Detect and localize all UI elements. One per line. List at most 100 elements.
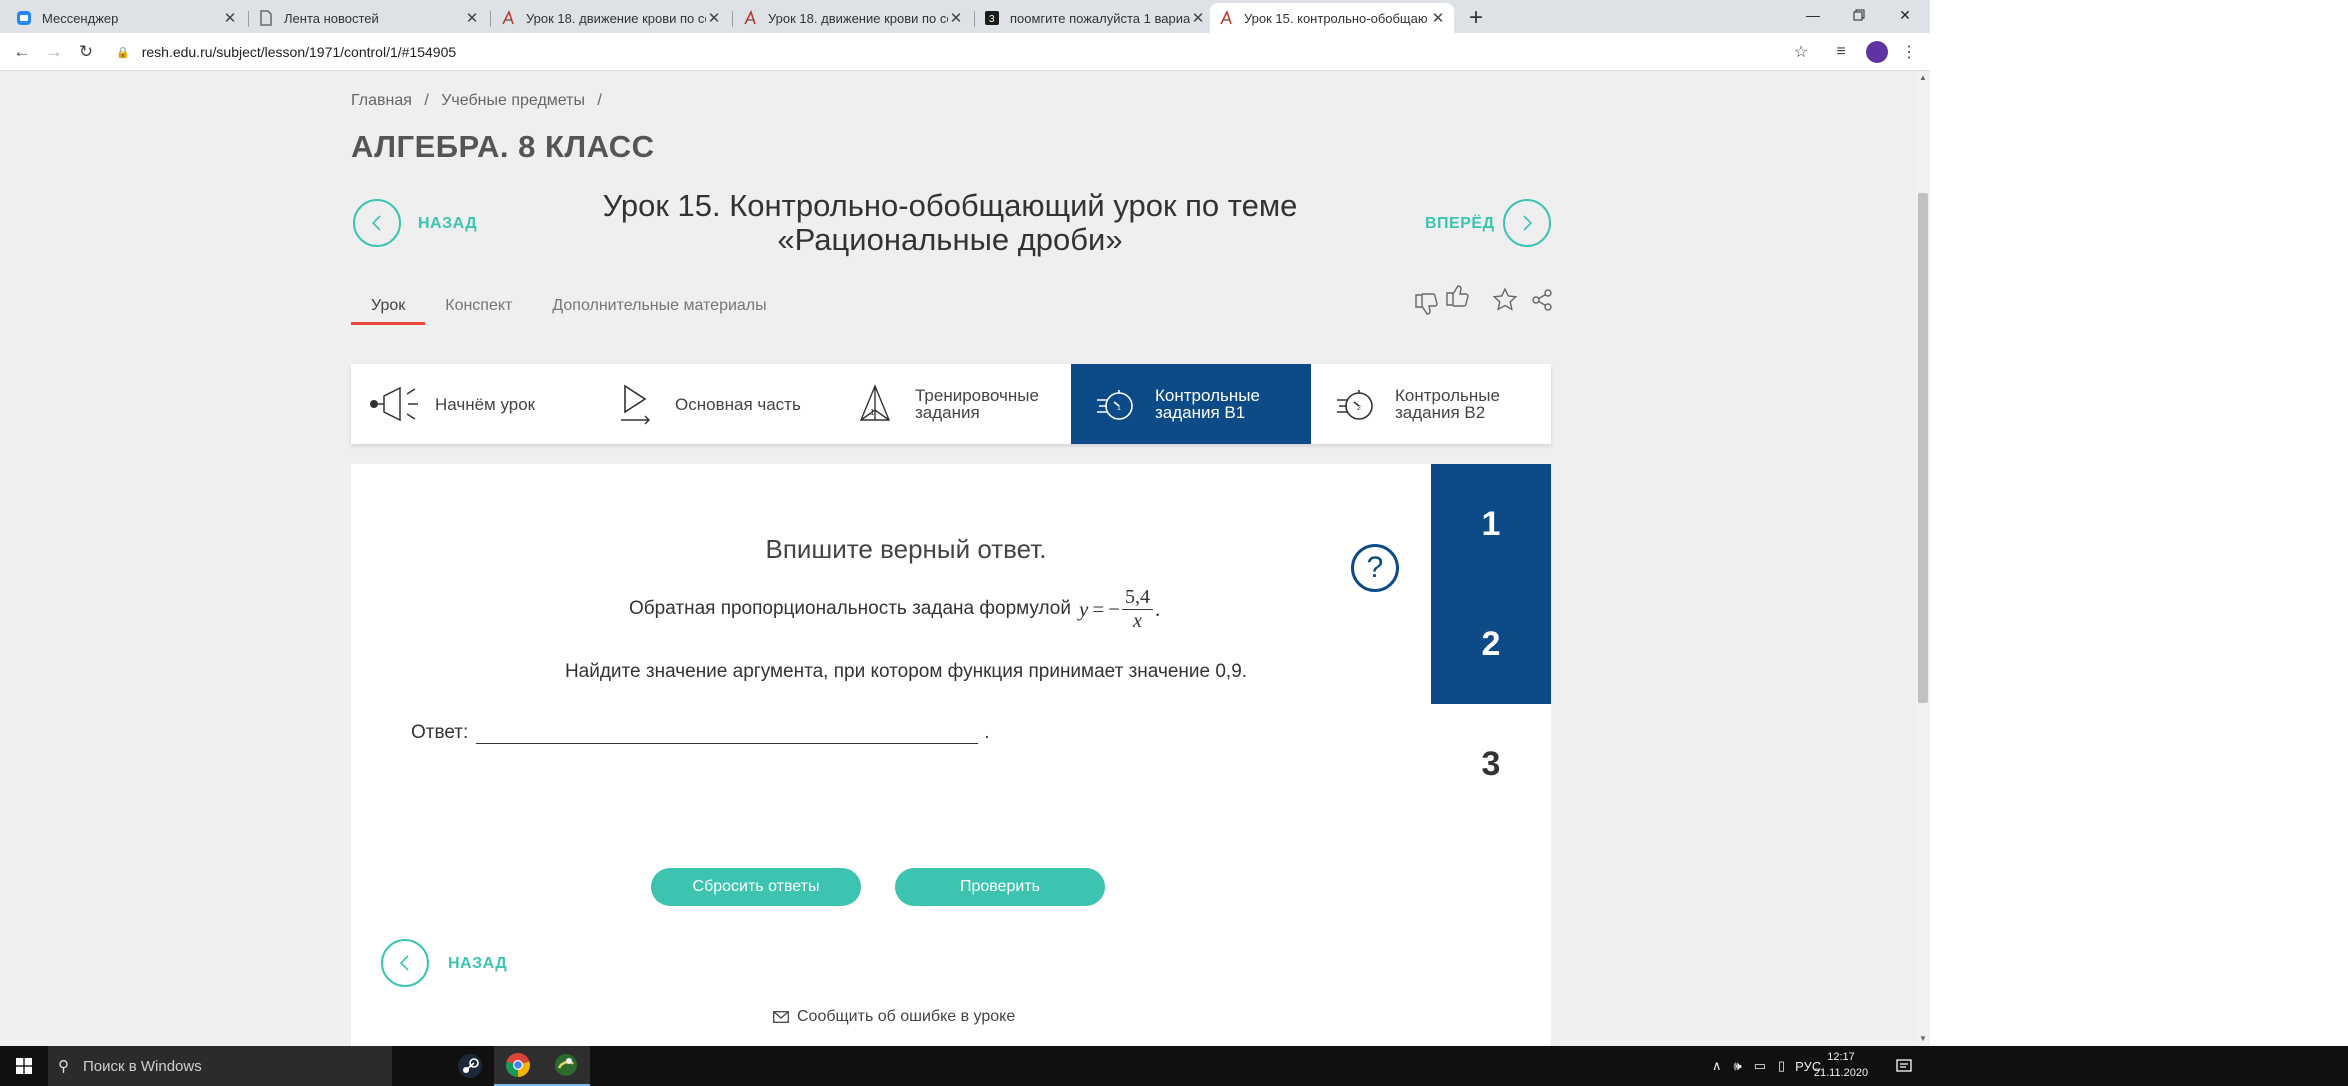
browser-tab-active[interactable]: Урок 15. контрольно-обобщаю ✕ [1210,3,1454,33]
browser-tab[interactable]: Урок 18. движение крови по со ✕ [734,3,972,33]
resh-icon [742,10,758,26]
step-control-tasks-b1[interactable]: 1 Контрольные задания В1 [1071,364,1311,444]
back-arrow-icon[interactable]: ← [8,39,36,65]
resh-icon [1218,10,1234,26]
next-lesson-button[interactable] [1503,199,1551,247]
svg-text:1: 1 [870,408,875,417]
close-tab-icon[interactable]: ✕ [222,9,238,27]
close-tab-icon[interactable]: ✕ [948,9,964,27]
tray-expand-icon[interactable]: ∧ [1712,1058,1722,1074]
thumbs-down-icon[interactable] [1412,290,1440,318]
question-numbers: 1 2 3 [1431,464,1551,1046]
close-tab-icon[interactable]: ✕ [1430,9,1446,27]
tab-summary[interactable]: Конспект [425,297,532,325]
taskbar-clock[interactable]: 12:17 21.11.2020 [1808,1049,1874,1081]
prev-lesson-label[interactable]: НАЗАД [418,215,477,233]
breadcrumb: Главная / Учебные предметы / [351,92,602,109]
close-tab-icon[interactable]: ✕ [706,9,722,27]
svg-text:2: 2 [1357,405,1361,412]
resh-icon [500,10,516,26]
minimize-icon[interactable]: — [1790,0,1836,30]
thumbs-up-icon[interactable] [1443,282,1471,310]
bottom-back-button[interactable] [381,939,429,987]
battery-icon[interactable]: ▯ [1778,1058,1785,1074]
question-number-1[interactable]: 1 [1431,464,1551,584]
breadcrumb-home[interactable]: Главная [351,92,412,109]
stopwatch-icon: 1 [1089,382,1141,426]
chevron-right-icon [1523,215,1533,231]
close-window-icon[interactable]: ✕ [1882,0,1928,30]
check-button[interactable]: Проверить [895,868,1105,906]
help-question-icon[interactable]: ? [1351,544,1399,592]
browser-tab[interactable]: 3 поомгите пожалуйста 1 вариан ✕ [976,3,1214,33]
search-icon: ⚲ [58,1058,69,1075]
network-icon[interactable]: ▭ [1754,1058,1766,1074]
task-card: Впишите верный ответ. ? Обратная пропорц… [351,464,1431,1046]
chevron-left-icon [371,215,381,231]
browser-tab[interactable]: Урок 18. движение крови по со ✕ [492,3,730,33]
doc-icon [258,10,274,26]
svg-text:1: 1 [1117,405,1121,412]
profile-avatar-icon[interactable] [1864,39,1890,65]
lesson-subtabs: Урок Конспект Дополнительные материалы [351,297,787,325]
restore-icon[interactable] [1836,0,1882,30]
windows-start-icon[interactable] [0,1046,48,1086]
answer-input[interactable] [476,720,979,744]
vk-icon [16,10,32,26]
page-viewport: Главная / Учебные предметы / АЛГЕБРА. 8 … [0,71,1916,1046]
step-start-lesson[interactable]: Начнём урок [351,364,591,444]
scroll-down-icon[interactable]: ▼ [1916,1032,1930,1046]
formula: y = − 5,4 x . [1078,585,1161,633]
steam-icon[interactable] [446,1046,494,1086]
znanija-icon: 3 [984,10,1000,26]
step-training-tasks[interactable]: 1 Тренировочные задания [831,364,1071,444]
avatar [1866,41,1888,63]
close-tab-icon[interactable]: ✕ [1190,9,1206,27]
favorite-star-icon[interactable] [1491,286,1519,314]
scroll-up-icon[interactable]: ▲ [1916,71,1930,85]
volume-icon[interactable]: 🕪 [1734,1058,1742,1074]
megaphone-icon [369,382,421,426]
task-instruction: Впишите верный ответ. [765,534,1047,564]
step-main-part[interactable]: Основная часть [591,364,831,444]
answer-row: Ответ: . [411,720,990,744]
svg-text:3: 3 [989,14,995,25]
forward-arrow-icon[interactable]: → [40,39,68,65]
bottom-back-label[interactable]: НАЗАД [448,955,507,973]
question-number-3[interactable]: 3 [1431,704,1551,824]
report-error-link[interactable]: Сообщить об ошибке в уроке [773,1008,1015,1026]
tab-lesson[interactable]: Урок [351,297,426,325]
prev-lesson-button[interactable] [353,199,401,247]
browser-tab[interactable]: Лента новостей ✕ [250,3,488,33]
new-tab-plus-icon[interactable]: + [1462,4,1490,32]
lock-icon: 🔒 [116,46,130,59]
share-icon[interactable] [1528,286,1556,314]
play-icon [609,382,661,426]
scrollbar-thumb[interactable] [1918,193,1928,703]
lesson-steps-bar: Начнём урок Основная часть 1 Тренировочн… [351,364,1551,444]
question-number-2[interactable]: 2 [1431,584,1551,704]
lesson-title: Урок 15. Контрольно-обобщающий урок по т… [602,188,1298,257]
game-app-icon[interactable] [542,1046,590,1086]
reload-icon[interactable]: ↻ [72,39,100,65]
notifications-icon[interactable] [1884,1046,1924,1086]
step-control-tasks-b2[interactable]: 2 Контрольные задания В2 [1311,364,1551,444]
reading-list-icon[interactable]: ≡ [1828,39,1854,65]
breadcrumb-subjects[interactable]: Учебные предметы [441,92,585,109]
tab-extra-materials[interactable]: Дополнительные материалы [532,297,786,325]
envelope-icon [773,1011,789,1023]
subject-title: АЛГЕБРА. 8 КЛАСС [351,129,655,164]
chrome-icon[interactable] [494,1046,542,1086]
fraction: 5,4 x [1122,586,1153,633]
windows-search-box[interactable]: ⚲ Поиск в Windows [48,1046,392,1086]
browser-tab-strip: Мессенджер ✕ Лента новостей ✕ Урок 18. д… [0,0,1930,33]
menu-kebab-icon[interactable]: ⋮ [1896,39,1922,65]
browser-tab[interactable]: Мессенджер ✕ [8,3,246,33]
next-lesson-label[interactable]: ВПЕРЁД [1425,215,1495,233]
reset-answers-button[interactable]: Сбросить ответы [651,868,861,906]
system-tray: ∧ 🕪 ▭ ▯ РУС [1712,1046,1821,1086]
close-tab-icon[interactable]: ✕ [464,9,480,27]
pyramid-icon: 1 [849,382,901,426]
url-field[interactable]: 🔒 resh.edu.ru/subject/lesson/1971/contro… [116,39,456,65]
bookmark-star-icon[interactable]: ☆ [1788,39,1814,65]
